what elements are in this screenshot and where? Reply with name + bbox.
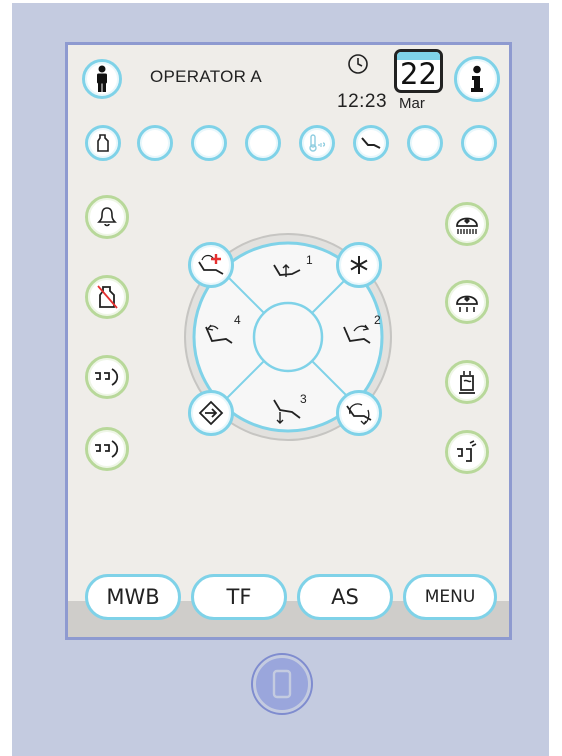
status-slot-3[interactable] bbox=[191, 125, 227, 161]
status-slot-4[interactable] bbox=[245, 125, 281, 161]
dial-center-button[interactable] bbox=[252, 301, 324, 373]
spittoon-off-icon bbox=[97, 285, 118, 309]
info-icon bbox=[471, 65, 483, 92]
home-button[interactable] bbox=[253, 655, 311, 713]
cup-heater-button[interactable] bbox=[445, 360, 489, 404]
chair-position-3-label: 3 bbox=[300, 392, 307, 406]
asterisk-button[interactable] bbox=[336, 242, 382, 288]
clock-time: 12:23 bbox=[337, 91, 388, 112]
info-button[interactable] bbox=[454, 56, 500, 102]
phone-icon bbox=[272, 669, 292, 699]
cup-rinse-button[interactable] bbox=[445, 430, 489, 474]
as-button[interactable]: AS bbox=[297, 574, 393, 620]
bell-button[interactable] bbox=[85, 195, 129, 239]
date-day: 22 bbox=[400, 57, 437, 91]
emergency-position-icon bbox=[198, 254, 224, 275]
bell-icon bbox=[97, 207, 117, 227]
cup-fill-icon bbox=[95, 440, 119, 458]
return-position-button[interactable] bbox=[336, 390, 382, 436]
spittoon-icon bbox=[97, 134, 109, 152]
person-icon bbox=[97, 65, 107, 92]
asterisk-icon bbox=[350, 256, 368, 274]
status-spittoon[interactable] bbox=[85, 125, 121, 161]
enter-icon bbox=[198, 400, 224, 426]
cup-fill-button-1[interactable] bbox=[85, 355, 129, 399]
chair-position-1-button[interactable]: 1 bbox=[268, 251, 318, 291]
status-slot-2[interactable] bbox=[137, 125, 173, 161]
date-month: Mar bbox=[399, 95, 425, 112]
operating-light-dim-icon bbox=[456, 295, 478, 312]
chair-position-2-label: 2 bbox=[374, 313, 381, 327]
chair-position-3-icon bbox=[273, 399, 301, 424]
chair-position-2-button[interactable]: 2 bbox=[338, 313, 388, 353]
cup-heater-icon bbox=[459, 371, 475, 394]
chair-position-4-button[interactable]: 4 bbox=[202, 313, 252, 353]
cup-fill-icon bbox=[95, 368, 119, 386]
chair-position-2-icon bbox=[343, 324, 371, 344]
clock-icon bbox=[348, 54, 368, 74]
chair-icon bbox=[361, 137, 381, 149]
emergency-position-button[interactable] bbox=[188, 242, 234, 288]
status-slot-8[interactable] bbox=[461, 125, 497, 161]
operating-light-dim-button[interactable] bbox=[445, 280, 489, 324]
operating-light-button[interactable] bbox=[445, 202, 489, 246]
chair-position-4-icon bbox=[205, 324, 233, 344]
operating-light-icon bbox=[456, 217, 478, 234]
chair-position-4-label: 4 bbox=[234, 313, 241, 327]
spittoon-off-button[interactable] bbox=[85, 275, 129, 319]
chair-position-1-label: 1 bbox=[306, 253, 313, 267]
operator-button[interactable] bbox=[82, 59, 122, 99]
tf-button[interactable]: TF bbox=[191, 574, 287, 620]
status-slot-7[interactable] bbox=[407, 125, 443, 161]
chair-position-3-button[interactable]: 3 bbox=[268, 390, 318, 434]
enter-button[interactable] bbox=[188, 390, 234, 436]
status-chair[interactable] bbox=[353, 125, 389, 161]
status-water-temp[interactable] bbox=[299, 125, 335, 161]
date-calendar: 22 bbox=[394, 49, 443, 93]
return-position-icon bbox=[346, 403, 372, 426]
cup-rinse-icon bbox=[457, 440, 477, 462]
menu-button[interactable]: MENU bbox=[403, 574, 497, 620]
cup-fill-button-2[interactable] bbox=[85, 427, 129, 471]
touch-screen: OPERATOR A 12:23 22 Mar 1 2 3 4 MWB TF A… bbox=[65, 42, 512, 640]
chair-position-1-icon bbox=[273, 264, 301, 277]
operator-label: OPERATOR A bbox=[150, 67, 262, 86]
mwb-button[interactable]: MWB bbox=[85, 574, 181, 620]
water-temperature-icon bbox=[309, 134, 326, 152]
